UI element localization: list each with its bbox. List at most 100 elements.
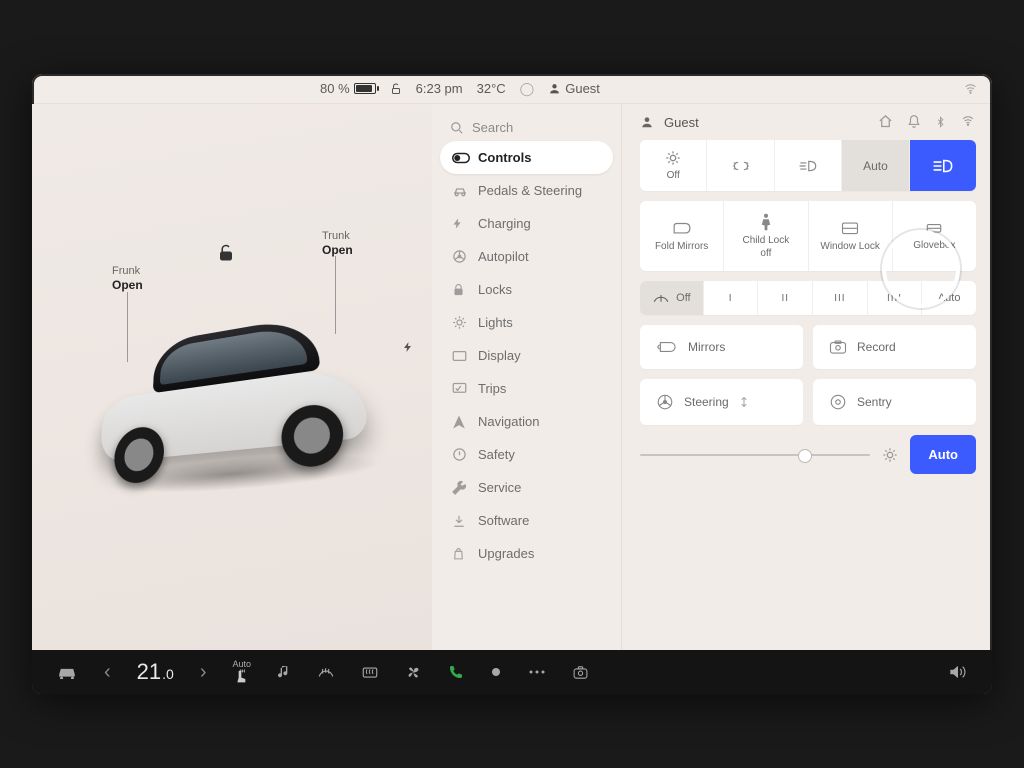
brightness-icon: [882, 447, 898, 463]
battery-pct: 80 %: [320, 81, 350, 96]
window-lock[interactable]: Window Lock: [808, 201, 892, 271]
lights-auto[interactable]: Auto: [841, 140, 908, 191]
main-area: Frunk Open Trunk Open: [32, 104, 992, 650]
car-visualization[interactable]: Frunk Open Trunk Open: [32, 104, 432, 650]
music-icon[interactable]: [277, 664, 291, 680]
headlights-card: Off Auto: [640, 140, 976, 191]
menu-controls[interactable]: Controls: [440, 141, 613, 174]
trunk-state: Open: [322, 243, 353, 259]
high-beam-icon: [932, 158, 954, 174]
temp-up[interactable]: ›: [200, 661, 207, 684]
trunk-label: Trunk: [322, 230, 350, 242]
menu-label: Charging: [478, 216, 531, 231]
volume-icon[interactable]: [948, 664, 968, 680]
car-model: [72, 304, 412, 464]
fold-mirrors[interactable]: Fold Mirrors: [640, 201, 723, 271]
wifi-icon[interactable]: [960, 114, 976, 130]
menu-software[interactable]: Software: [440, 504, 613, 537]
brightness-row: Auto: [640, 435, 976, 474]
quick-controls-card: Fold Mirrors Child Lock off Window Lock …: [640, 201, 976, 271]
user-icon: [640, 115, 654, 129]
menu-upgrades[interactable]: Upgrades: [440, 537, 613, 570]
homelink-icon[interactable]: [878, 114, 893, 130]
lights-on[interactable]: [774, 140, 841, 191]
brightness-slider[interactable]: [640, 454, 870, 456]
car-lock-icon[interactable]: [217, 244, 235, 262]
lock-status-icon[interactable]: [390, 83, 402, 95]
outside-temp[interactable]: 32°C: [477, 81, 506, 96]
menu-lights[interactable]: Lights: [440, 306, 613, 339]
nav-icon: [452, 415, 468, 429]
battery-indicator[interactable]: 80 %: [320, 81, 376, 96]
mirrors-adjust[interactable]: Mirrors: [640, 325, 803, 369]
menu-autopilot[interactable]: Autopilot: [440, 240, 613, 273]
wipers-4[interactable]: IIII: [867, 281, 922, 315]
menu-display[interactable]: Display: [440, 339, 613, 372]
wiper-icon: [652, 291, 670, 305]
seat-icon: [234, 669, 250, 685]
car-icon: [452, 185, 468, 197]
sentry-icon: [829, 393, 847, 411]
brightness-auto[interactable]: Auto: [910, 435, 976, 474]
driver-profile[interactable]: Guest: [664, 115, 699, 130]
camera-icon[interactable]: [490, 666, 502, 678]
status-bar: 80 % 6:23 pm 32°C ◯ Guest: [32, 74, 992, 104]
frunk-button[interactable]: Frunk Open: [112, 264, 143, 294]
sentry-mode[interactable]: Sentry: [813, 379, 976, 425]
parking-light-icon: [730, 159, 752, 173]
lights-off[interactable]: Off: [640, 140, 706, 191]
seat-heater[interactable]: Auto: [233, 660, 252, 685]
wipers-off[interactable]: Off: [640, 281, 703, 315]
bag-icon: [452, 547, 468, 561]
wifi-icon[interactable]: [963, 82, 978, 95]
wipers-auto[interactable]: Auto: [921, 281, 976, 315]
menu-label: Software: [478, 513, 529, 528]
frunk-label: Frunk: [112, 265, 140, 277]
headlight-icon: [798, 159, 818, 173]
menu-locks[interactable]: Locks: [440, 273, 613, 306]
sun-icon: [665, 150, 681, 166]
window-lock-icon: [841, 221, 859, 237]
menu-label: Controls: [478, 150, 531, 165]
trunk-button[interactable]: Trunk Open: [322, 229, 353, 259]
glovebox-icon: [925, 222, 943, 236]
notifications-icon[interactable]: [907, 114, 921, 130]
content-header: Guest: [640, 114, 976, 130]
child-lock[interactable]: Child Lock off: [723, 201, 807, 271]
wipers-1[interactable]: I: [703, 281, 758, 315]
menu-service[interactable]: Service: [440, 471, 613, 504]
high-beam[interactable]: [909, 140, 976, 191]
menu-label: Upgrades: [478, 546, 534, 561]
lights-parking[interactable]: [706, 140, 773, 191]
glovebox[interactable]: Glovebox: [892, 201, 976, 271]
phone-icon[interactable]: [448, 664, 464, 680]
cabin-temp[interactable]: 21.0: [137, 659, 174, 685]
wipers-2[interactable]: II: [757, 281, 812, 315]
more-icon[interactable]: [528, 669, 546, 675]
mirror-icon: [671, 221, 693, 237]
car-icon[interactable]: [56, 665, 78, 679]
user-icon[interactable]: Guest: [548, 81, 600, 96]
menu-charging[interactable]: Charging: [440, 207, 613, 240]
steering-adjust[interactable]: Steering: [640, 379, 803, 425]
controls-panel: Guest Off: [622, 104, 992, 650]
menu-trips[interactable]: Trips: [440, 372, 613, 405]
defrost-front-icon[interactable]: [317, 664, 335, 680]
menu-safety[interactable]: Safety: [440, 438, 613, 471]
wipers-3[interactable]: III: [812, 281, 867, 315]
menu-label: Service: [478, 480, 521, 495]
dashcam-icon[interactable]: [572, 665, 589, 680]
steering-icon: [656, 393, 674, 411]
fan-icon[interactable]: [405, 664, 422, 681]
bluetooth-icon[interactable]: [935, 114, 946, 130]
menu-navigation[interactable]: Navigation: [440, 405, 613, 438]
menu-pedals[interactable]: Pedals & Steering: [440, 174, 613, 207]
search-row[interactable]: Search: [440, 114, 613, 141]
battery-icon: [354, 83, 376, 94]
arrows-icon: [739, 396, 749, 408]
wipers-card: Off I II III IIII Auto: [640, 281, 976, 315]
temp-down[interactable]: ‹: [104, 661, 111, 684]
defrost-rear-icon[interactable]: [361, 665, 379, 680]
dashcam-record[interactable]: Record: [813, 325, 976, 369]
search-label: Search: [472, 120, 513, 135]
